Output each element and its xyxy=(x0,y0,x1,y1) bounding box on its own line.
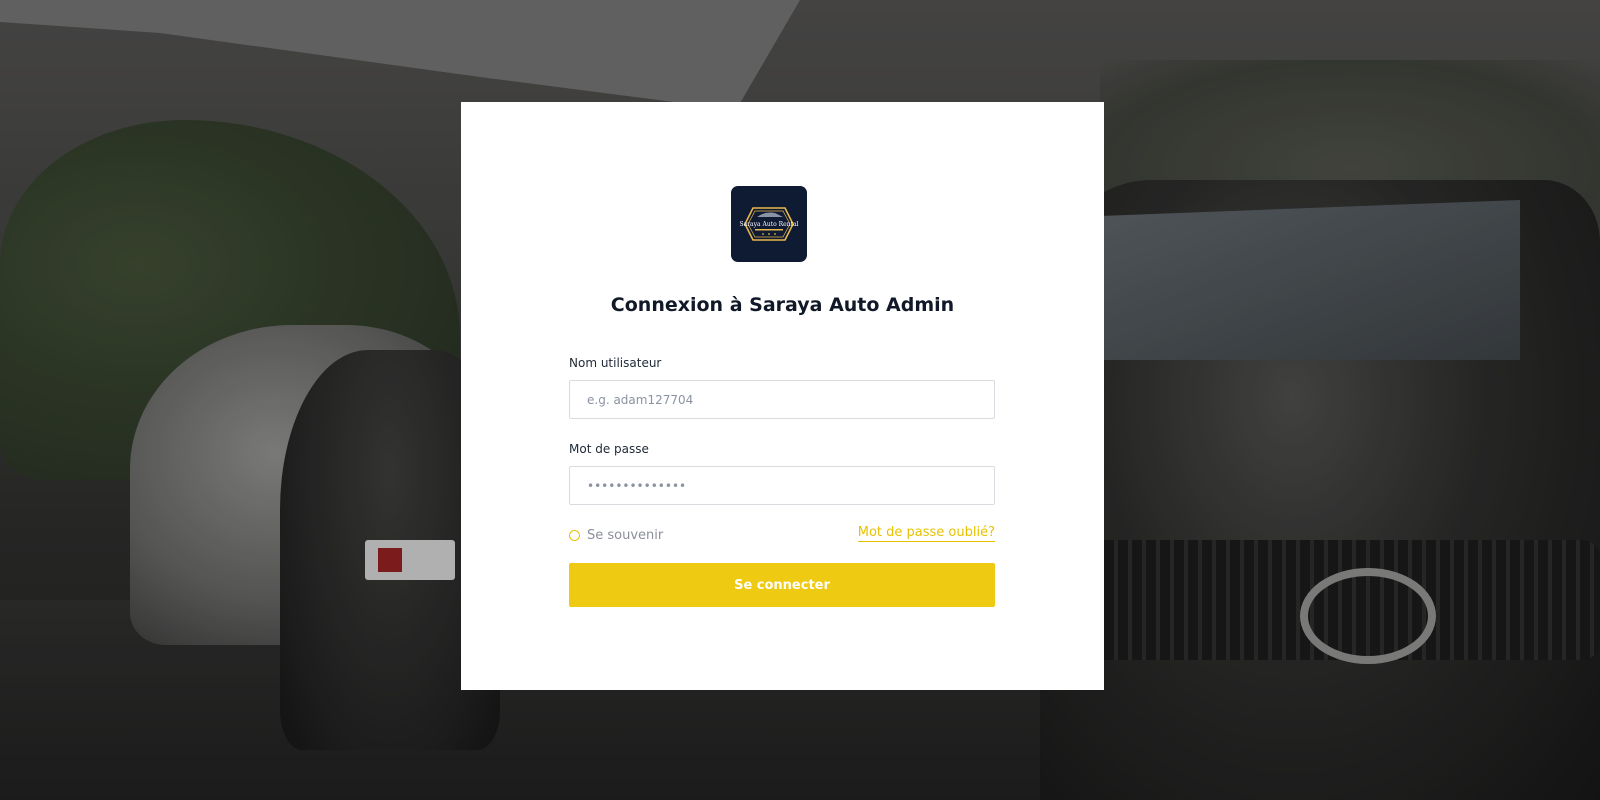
radio-circle-icon[interactable] xyxy=(569,529,580,541)
remember-me-checkbox[interactable]: Se souvenir xyxy=(569,526,663,544)
login-card: Saraya Auto Rental Connexion à Saraya Au… xyxy=(461,102,1104,690)
username-label: Nom utilisateur xyxy=(569,356,662,370)
username-input[interactable] xyxy=(569,380,995,419)
remember-me-label: Se souvenir xyxy=(587,527,664,543)
password-label: Mot de passe xyxy=(569,442,649,456)
password-input[interactable] xyxy=(569,466,995,505)
logo-text: Saraya Auto Rental xyxy=(740,221,799,228)
logo-emblem: Saraya Auto Rental xyxy=(740,207,799,241)
forgot-password-link[interactable]: Mot de passe oublié? xyxy=(857,525,995,542)
login-button[interactable]: Se connecter xyxy=(569,563,995,607)
saraya-car-logo-icon: Saraya Auto Rental xyxy=(731,186,807,262)
page-title: Connexion à Saraya Auto Admin xyxy=(610,294,955,316)
